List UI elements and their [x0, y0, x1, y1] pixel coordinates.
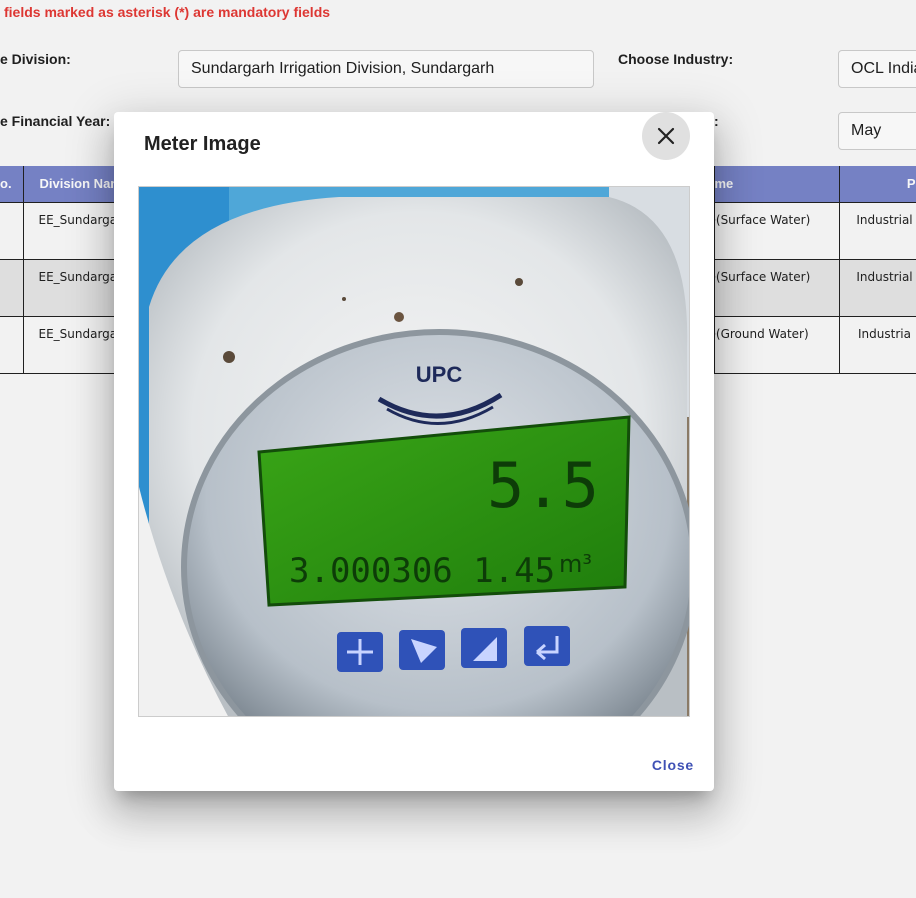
dialog-title: Meter Image — [144, 133, 261, 155]
close-icon-glyph — [657, 127, 675, 145]
close-icon[interactable] — [642, 112, 690, 160]
close-button[interactable]: Close — [652, 757, 694, 773]
meter-unit: m³ — [559, 550, 592, 578]
meter-total-reading: 3.000306 1.45 — [289, 551, 555, 591]
meter-brand-text: UPC — [416, 362, 463, 387]
meter-photo: UPC 5.5 3.000306 1.45 m³ — [138, 186, 690, 717]
meter-image-dialog: Meter Image UPC 5.5 3.000306 1.45 m³ Clo… — [114, 112, 714, 791]
meter-flow-reading: 5.5 — [487, 449, 599, 522]
